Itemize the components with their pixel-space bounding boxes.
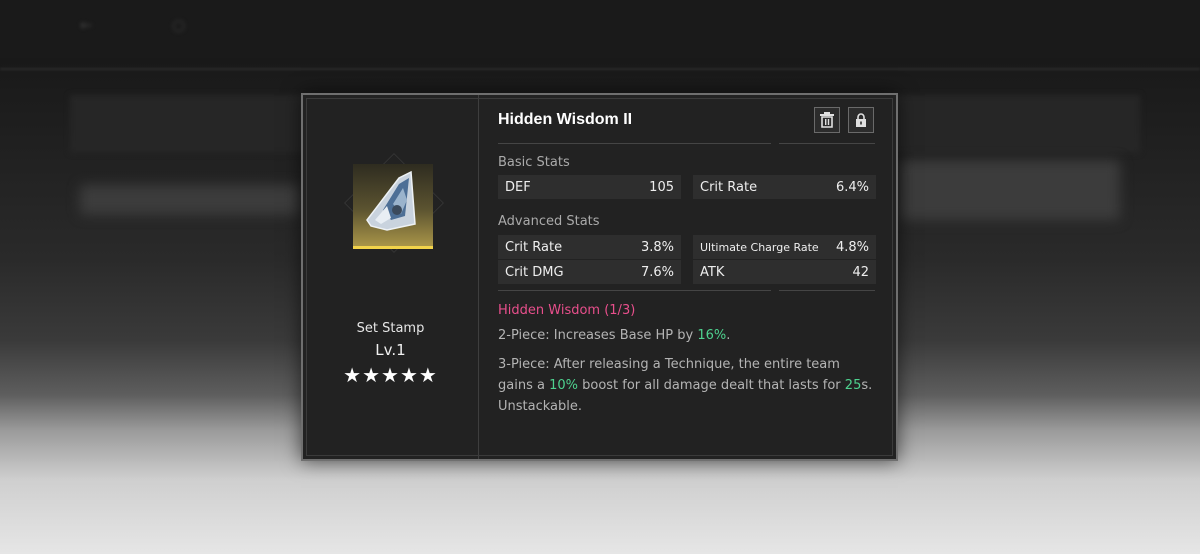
background-blur xyxy=(80,185,300,215)
stat-name: Crit Rate xyxy=(505,239,563,255)
stat-row: Crit Rate 6.4% xyxy=(693,175,876,199)
divider xyxy=(498,143,771,144)
item-preview-panel: Set Stamp Lv.1 ★★★★★ xyxy=(303,95,479,459)
delete-button[interactable] xyxy=(814,107,840,133)
stat-name: Ultimate Charge Rate xyxy=(700,240,819,254)
three-piece-effect: 3-Piece: After releasing a Technique, th… xyxy=(498,357,873,414)
divider xyxy=(779,143,875,144)
stat-value: 7.6% xyxy=(640,264,674,280)
stat-row: Ultimate Charge Rate 4.8% xyxy=(693,235,876,259)
stat-value: 4.8% xyxy=(835,239,869,255)
stat-name: ATK xyxy=(700,264,725,280)
stat-row: DEF 105 xyxy=(498,175,681,199)
rarity-stars: ★★★★★ xyxy=(343,363,438,387)
stat-row: Crit Rate 3.8% xyxy=(498,235,681,259)
stat-name: DEF xyxy=(505,179,531,195)
basic-stats-heading: Basic Stats xyxy=(498,155,570,170)
two-piece-effect: 2-Piece: Increases Base HP by 16%. xyxy=(498,328,731,343)
stat-name: Crit DMG xyxy=(505,264,564,280)
background-top-bar: ← ○ xyxy=(0,0,1200,58)
lock-icon xyxy=(856,113,866,127)
item-detail-dialog: Set Stamp Lv.1 ★★★★★ Hidden Wisdom II Ba… xyxy=(301,93,898,461)
stamp-icon xyxy=(353,164,433,249)
stat-value: 42 xyxy=(852,264,869,280)
divider xyxy=(779,290,875,291)
item-icon-frame xyxy=(344,153,444,253)
stat-value: 3.8% xyxy=(640,239,674,255)
stat-value: 105 xyxy=(649,179,674,195)
divider xyxy=(498,290,771,291)
background-blur xyxy=(900,160,1120,220)
item-title: Hidden Wisdom II xyxy=(498,111,633,128)
stat-row: ATK 42 xyxy=(693,260,876,284)
item-level: Lv.1 xyxy=(375,341,406,359)
item-category: Set Stamp xyxy=(356,321,425,336)
trash-icon xyxy=(820,112,834,128)
background-divider xyxy=(0,68,1200,70)
stat-row: Crit DMG 7.6% xyxy=(498,260,681,284)
stat-name: Crit Rate xyxy=(700,179,758,195)
item-info-panel: Hidden Wisdom II Basic Stats DEF 105 Cri… xyxy=(479,95,896,459)
advanced-stats-heading: Advanced Stats xyxy=(498,214,600,229)
lock-button[interactable] xyxy=(848,107,874,133)
set-bonus-name: Hidden Wisdom (1/3) xyxy=(498,303,636,318)
stat-value: 6.4% xyxy=(835,179,869,195)
